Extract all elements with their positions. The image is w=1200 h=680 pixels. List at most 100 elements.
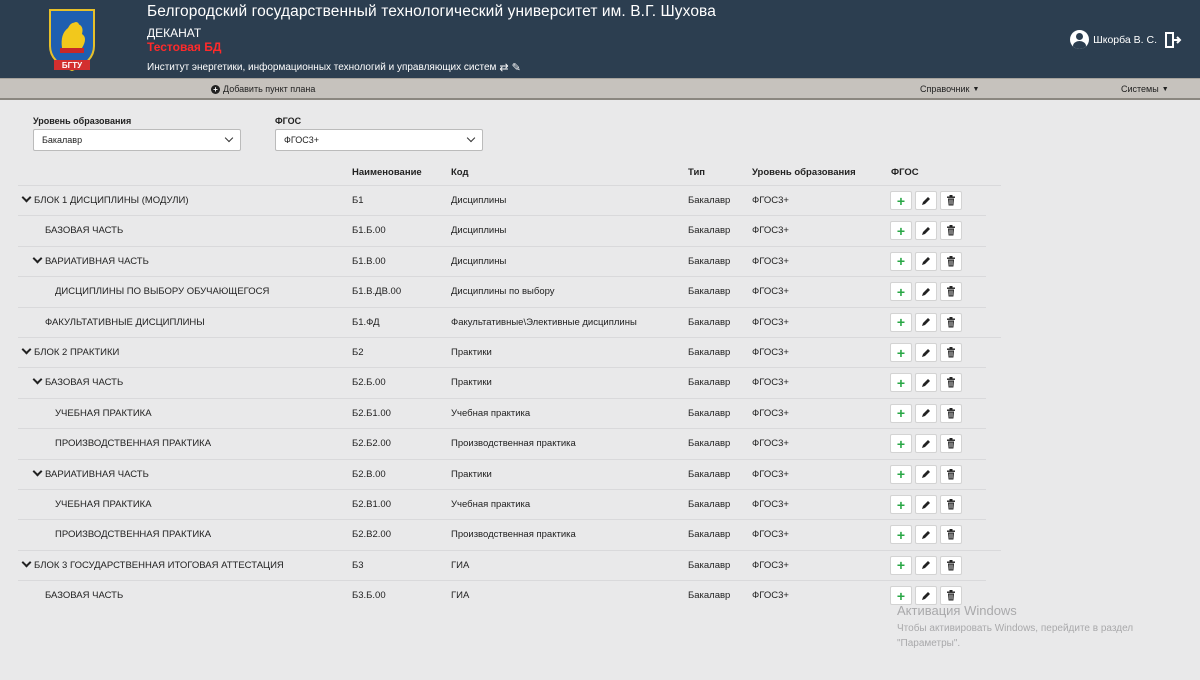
chevron-down-icon[interactable]: [33, 468, 43, 478]
pencil-icon: [922, 530, 930, 539]
delete-button[interactable]: [940, 343, 962, 362]
pencil-icon: [922, 318, 930, 327]
delete-button[interactable]: [940, 495, 962, 514]
delete-button[interactable]: [940, 373, 962, 393]
row-label: ФАКУЛЬТАТИВНЫЕ ДИСЦИПЛИНЫ: [45, 316, 205, 328]
windows-activation-title: Активация Windows: [897, 603, 1017, 618]
trash-icon: [947, 195, 955, 206]
user-menu[interactable]: Шкорба В. С.: [1070, 30, 1182, 49]
delete-button[interactable]: [940, 191, 962, 210]
fgos-select[interactable]: ФГОС3+: [275, 129, 483, 151]
row-code: Дисциплины по выбору: [451, 286, 555, 298]
row-type: Бакалавр: [688, 377, 731, 389]
edit-button[interactable]: [915, 191, 937, 210]
add-button[interactable]: +: [890, 221, 912, 241]
pencil-icon: [922, 196, 930, 205]
table-row: БЛОК 2 ПРАКТИКИ Б2 Практики Бакалавр ФГОС3+ +: [18, 337, 1001, 367]
row-label: БЛОК 3 ГОСУДАРСТВЕННАЯ ИТОГОВАЯ АТТЕСТАЦ…: [34, 559, 284, 571]
windows-activation-text: Чтобы активировать Windows, перейдите в …: [897, 623, 1134, 649]
chevron-down-icon[interactable]: [22, 346, 32, 356]
row-code: Практики: [451, 347, 492, 358]
pencil-icon: [922, 470, 930, 479]
edit-button[interactable]: [915, 343, 937, 362]
pencil-icon: [922, 378, 930, 387]
edit-button[interactable]: [915, 373, 937, 393]
add-plan-item-button[interactable]: + Добавить пункт плана: [211, 84, 315, 94]
delete-button[interactable]: [940, 403, 962, 423]
row-name: Б3.Б.00: [352, 590, 386, 602]
row-code: Учебная практика: [451, 407, 531, 419]
caret-down-icon: ▼: [972, 85, 980, 93]
row-fgos: ФГОС3+: [752, 468, 789, 480]
row-label: ПРОИЗВОДСТВЕННАЯ ПРАКТИКА: [55, 529, 212, 541]
education-level-select[interactable]: Бакалавр: [33, 129, 241, 151]
trash-icon: [947, 590, 955, 601]
chevron-down-icon[interactable]: [33, 376, 43, 386]
chevron-down-icon[interactable]: [22, 559, 32, 569]
row-label: ПРОИЗВОДСТВЕННАЯ ПРАКТИКА: [55, 438, 212, 450]
table-row: УЧЕБНАЯ ПРАКТИКА Б2.Б1.00 Учебная практика…: [18, 397, 986, 428]
row-type: Бакалавр: [688, 225, 731, 237]
edit-button[interactable]: [915, 555, 937, 575]
edit-button[interactable]: [915, 434, 937, 454]
edit-pencil-icon[interactable]: ✎: [512, 61, 521, 74]
add-button[interactable]: +: [890, 251, 912, 271]
edit-button[interactable]: [915, 403, 937, 423]
delete-button[interactable]: [940, 434, 962, 454]
header-name: Наименование: [352, 167, 422, 178]
trash-icon: [947, 377, 955, 388]
edit-button[interactable]: [915, 464, 937, 484]
table-row: БЛОК 3 ГОСУДАРСТВЕННАЯ ИТОГОВАЯ АТТЕСТАЦ…: [18, 549, 1001, 580]
add-button[interactable]: +: [890, 403, 912, 423]
delete-button[interactable]: [940, 221, 962, 241]
row-actions: +: [890, 282, 962, 302]
trash-icon: [947, 499, 955, 510]
trash-icon: [947, 407, 955, 419]
table-row: ФАКУЛЬТАТИВНЫЕ ДИСЦИПЛИНЫ Б1.ФД Факультати…: [18, 306, 986, 337]
add-button[interactable]: +: [890, 464, 912, 484]
add-button[interactable]: +: [890, 434, 912, 454]
delete-button[interactable]: [940, 555, 962, 575]
trash-icon: [947, 316, 955, 328]
delete-button[interactable]: [940, 282, 962, 302]
row-fgos: ФГОС3+: [752, 529, 789, 541]
delete-button[interactable]: [940, 312, 962, 332]
trash-icon: [947, 255, 955, 267]
pencil-icon: [922, 439, 930, 448]
pencil-icon: [922, 500, 930, 509]
systems-menu[interactable]: Системы ▼: [1121, 84, 1169, 94]
add-button[interactable]: +: [890, 191, 912, 210]
row-name: Б2.В.00: [352, 468, 386, 480]
edit-button[interactable]: [915, 495, 937, 514]
delete-button[interactable]: [940, 464, 962, 484]
row-type: Бакалавр: [688, 407, 731, 419]
edit-button[interactable]: [915, 221, 937, 241]
add-button[interactable]: +: [890, 525, 912, 545]
delete-button[interactable]: [940, 251, 962, 271]
add-button[interactable]: +: [890, 282, 912, 302]
add-button[interactable]: +: [890, 495, 912, 514]
row-name: Б2.Б1.00: [352, 407, 391, 419]
university-logo: БГТУ: [49, 9, 95, 72]
education-level-label: Уровень образования: [33, 116, 132, 126]
add-button[interactable]: +: [890, 555, 912, 575]
chevron-down-icon[interactable]: [33, 255, 43, 265]
delete-button[interactable]: [940, 525, 962, 545]
table-row: БАЗОВАЯ ЧАСТЬ Б1.Б.00 Дисциплины Бакалавр ФГ…: [18, 215, 986, 245]
row-fgos: ФГОС3+: [752, 407, 789, 419]
edit-button[interactable]: [915, 251, 937, 271]
edit-button[interactable]: [915, 282, 937, 302]
logout-icon[interactable]: [1164, 31, 1182, 49]
add-button[interactable]: +: [890, 373, 912, 393]
row-label: БАЗОВАЯ ЧАСТЬ: [45, 590, 124, 602]
directory-menu[interactable]: Справочник ▼: [920, 84, 979, 94]
chevron-down-icon[interactable]: [22, 194, 32, 204]
row-actions: +: [890, 251, 962, 271]
edit-button[interactable]: [915, 312, 937, 332]
row-type: Бакалавр: [688, 499, 731, 510]
switch-icon[interactable]: ⇄: [499, 61, 508, 74]
edit-button[interactable]: [915, 525, 937, 545]
add-button[interactable]: +: [890, 312, 912, 332]
add-button[interactable]: +: [890, 343, 912, 362]
table-row: УЧЕБНАЯ ПРАКТИКА Б2.В1.00 Учебная практика…: [18, 489, 986, 519]
